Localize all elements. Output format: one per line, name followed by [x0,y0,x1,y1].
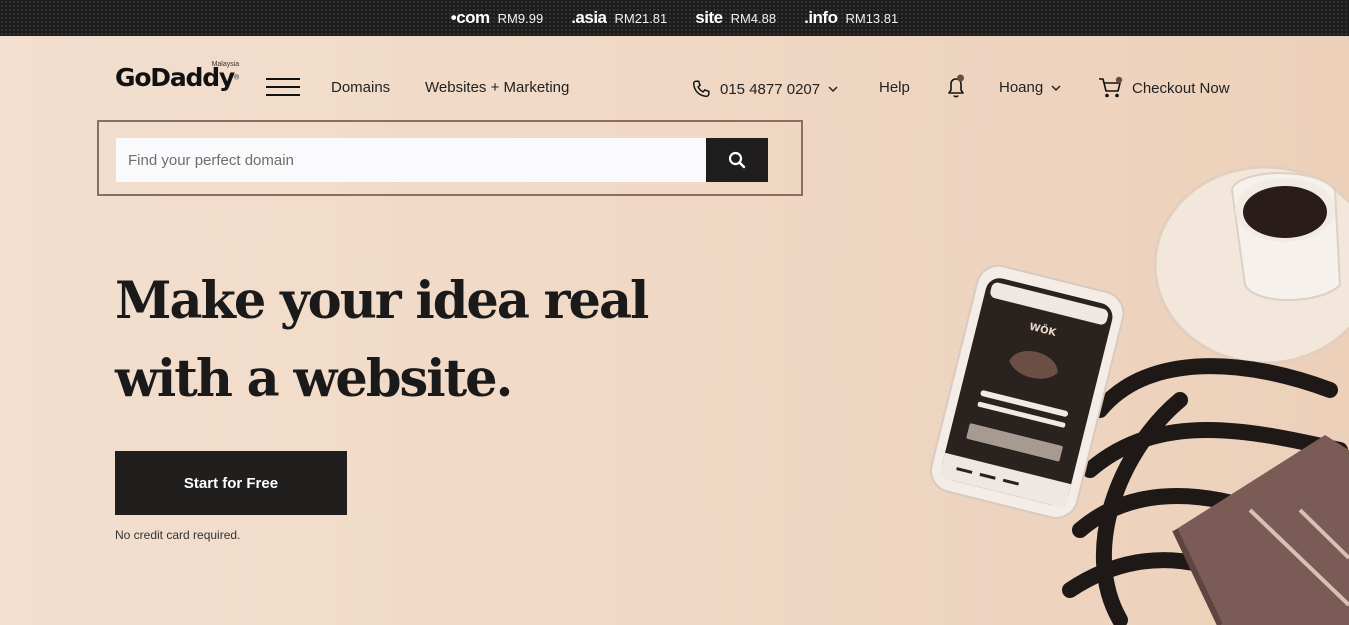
godaddy-logo[interactable]: Malaysia GoDaddy® [115,61,240,92]
help-link[interactable]: Help [879,79,910,96]
promo-tld: •com [450,8,490,27]
promo-item-com[interactable]: •com RM9.99 [451,8,543,28]
phone-dropdown[interactable]: 015 4877 0207 [690,78,838,100]
checkout-button[interactable]: Checkout Now [1098,76,1230,100]
promo-price: RM4.88 [730,11,777,26]
promo-price: RM21.81 [614,11,668,26]
promo-bar: •com RM9.99 .asia RM21.81 site RM4.88 .i… [0,0,1349,36]
nav-domains[interactable]: Domains [331,79,390,96]
phone-number: 015 4877 0207 [720,80,821,98]
nav-websites-marketing[interactable]: Websites + Marketing [425,79,569,96]
user-dropdown[interactable]: Hoang [999,79,1061,96]
start-for-free-button[interactable]: Start for Free [115,451,347,515]
search-button[interactable] [706,138,768,182]
hero-headline: Make your idea real with a website. [115,271,649,409]
promo-price: RM9.99 [497,11,544,26]
promo-item-asia[interactable]: .asia RM21.81 [571,8,667,28]
checkout-label: Checkout Now [1132,79,1230,97]
no-credit-card-note: No credit card required. [115,528,241,542]
chevron-down-icon [828,86,838,93]
domain-search-input[interactable] [116,138,706,182]
user-name: Hoang [999,79,1044,96]
hero-illustration: WÖK [930,165,1349,625]
chevron-down-icon [1051,84,1061,91]
promo-item-info[interactable]: .info RM13.81 [804,8,898,28]
search-icon [728,151,746,169]
promo-tld: .asia [571,8,607,27]
logo-region: Malaysia [211,61,240,68]
menu-icon[interactable] [266,78,300,98]
promo-tld: site [695,8,723,27]
promo-tld: .info [804,8,838,27]
promo-price: RM13.81 [845,11,899,26]
registered-mark-icon: ® [234,74,240,82]
cart-icon [1099,76,1123,98]
phone-icon [692,80,710,98]
bell-icon[interactable] [945,74,967,100]
promo-item-site[interactable]: site RM4.88 [695,8,776,28]
